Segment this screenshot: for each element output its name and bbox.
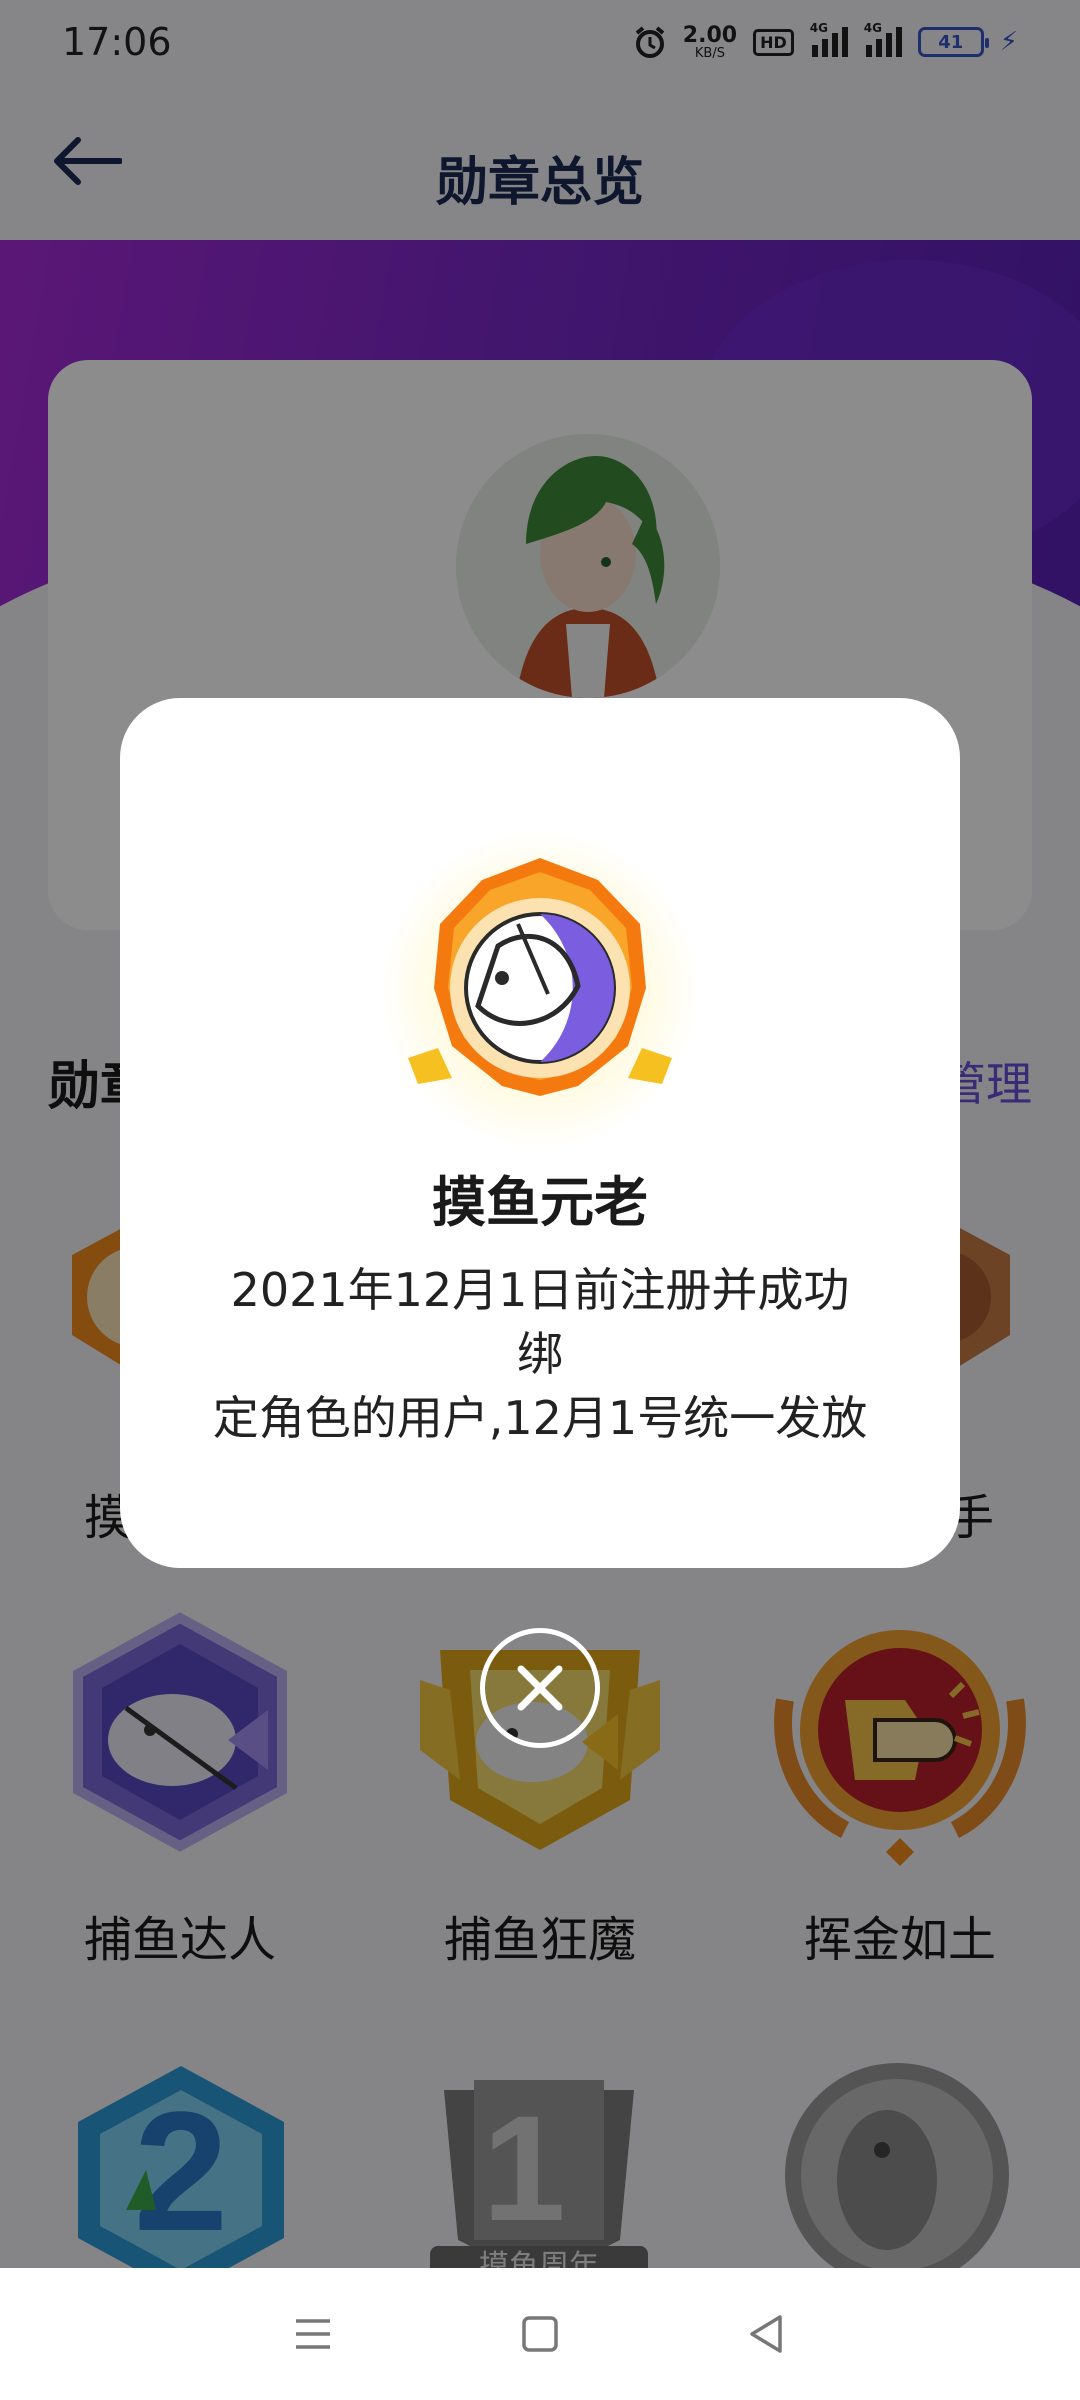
close-icon [517, 1665, 563, 1711]
badge-detail-dialog: 摸鱼元老 2021年12月1日前注册并成功绑 定角色的用户,12月1号统一发放 [120, 698, 960, 1568]
dialog-title: 摸鱼元老 [432, 1171, 648, 1234]
home-icon[interactable] [515, 2309, 565, 2359]
menu-icon[interactable] [288, 2309, 338, 2359]
fish-elder-badge-icon [380, 830, 700, 1150]
dialog-description: 2021年12月1日前注册并成功绑 定角色的用户,12月1号统一发放 [210, 1258, 870, 1450]
back-triangle-icon[interactable] [742, 2309, 792, 2359]
close-button[interactable] [480, 1628, 600, 1748]
dialog-desc-line: 定角色的用户,12月1号统一发放 [212, 1391, 868, 1445]
system-nav-bar [0, 2268, 1080, 2400]
dialog-desc-line: 2021年12月1日前注册并成功绑 [230, 1263, 850, 1381]
